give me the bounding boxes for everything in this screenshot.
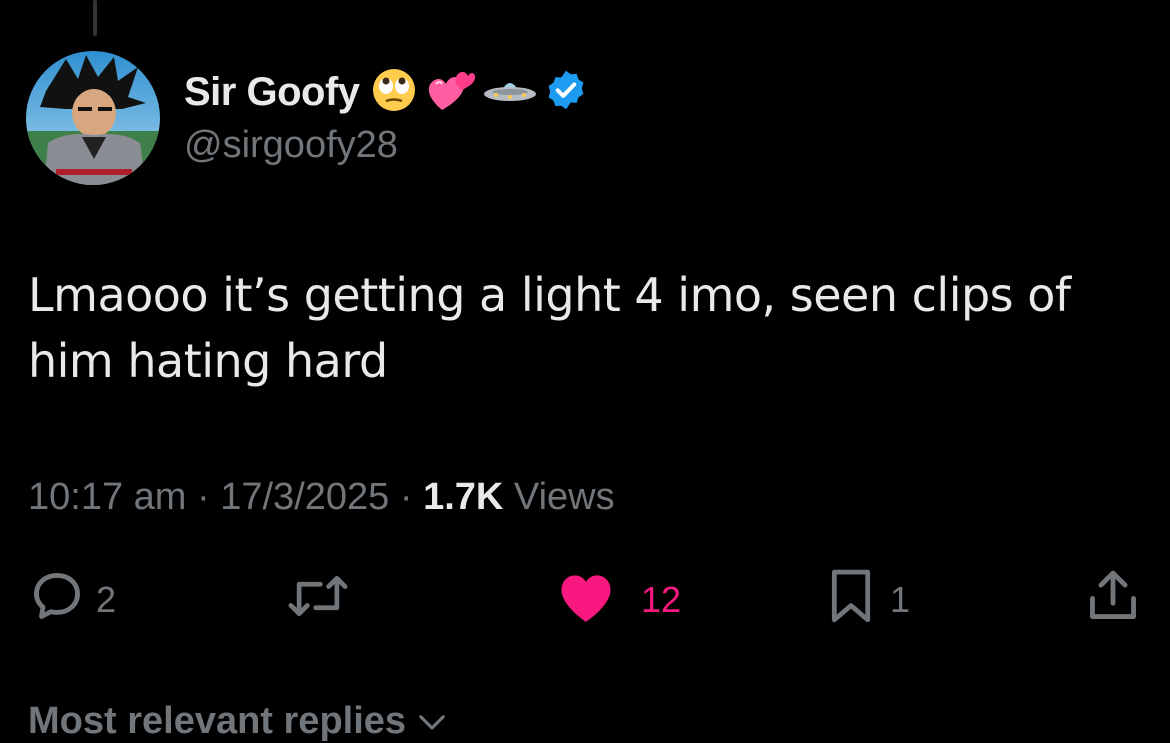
- retweet-icon: [285, 567, 351, 634]
- author-name-row[interactable]: Sir Goofy: [184, 64, 588, 120]
- two-hearts-emoji-icon: [424, 66, 476, 119]
- name-emoji-badges: [364, 66, 588, 119]
- tweet-meta: 10:17 am · 17/3/2025 · 1.7K Views: [28, 476, 615, 519]
- like-button[interactable]: 12: [555, 570, 681, 630]
- reply-count: 2: [96, 579, 117, 620]
- reply-icon: [28, 567, 86, 634]
- rolling-eyes-emoji-icon: [370, 66, 418, 119]
- chevron-down-icon: [417, 700, 447, 742]
- verified-badge-icon[interactable]: [544, 68, 588, 117]
- thread-connector-line: [93, 0, 97, 36]
- share-button[interactable]: [1084, 570, 1142, 630]
- retweet-button[interactable]: [285, 570, 361, 630]
- flying-saucer-emoji-icon: [482, 70, 538, 115]
- heart-icon: [555, 567, 617, 634]
- replies-sort-label: Most relevant replies: [28, 700, 407, 742]
- avatar[interactable]: [26, 51, 160, 185]
- tweet-text: Lmaooo it’s getting a light 4 imo, seen …: [28, 268, 1071, 388]
- tweet-date[interactable]: 17/3/2025: [220, 476, 389, 518]
- meta-separator: ·: [399, 476, 413, 518]
- reply-button[interactable]: 2: [28, 570, 116, 630]
- like-count: 12: [641, 579, 682, 620]
- views-label: Views: [513, 476, 615, 518]
- author-handle[interactable]: @sirgoofy28: [184, 124, 398, 167]
- display-name[interactable]: Sir Goofy: [184, 70, 360, 115]
- views-count: 1.7K: [423, 476, 504, 518]
- tweet-time[interactable]: 10:17 am: [28, 476, 186, 518]
- bookmark-button[interactable]: 1: [822, 569, 911, 630]
- replies-sort-dropdown[interactable]: Most relevant replies: [28, 700, 447, 743]
- bookmark-icon: [822, 565, 880, 636]
- share-icon: [1084, 567, 1142, 634]
- meta-separator: ·: [197, 476, 210, 518]
- bookmark-count: 1: [890, 579, 911, 620]
